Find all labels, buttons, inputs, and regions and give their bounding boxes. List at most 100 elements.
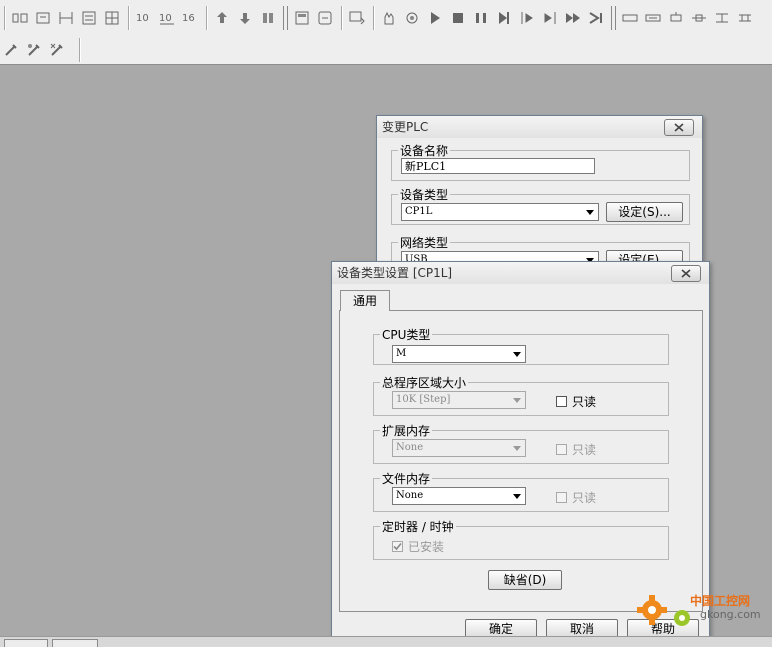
contact-nc-icon[interactable] [642, 7, 664, 29]
toolbar-separator [79, 38, 80, 62]
ext-memory-label: 扩展内存 [382, 424, 431, 438]
file-memory-select[interactable]: None [392, 487, 526, 505]
main-toolbar: 10 10 16 [0, 0, 772, 37]
online-hand-icon[interactable] [378, 7, 400, 29]
device-type-settings-button[interactable]: 设定(S)... [606, 202, 683, 222]
chevron-down-icon [510, 393, 524, 407]
svg-text:10: 10 [136, 13, 149, 24]
change-plc-title: 变更PLC [382, 120, 429, 134]
toolbar-separator [4, 6, 5, 30]
device-name-input[interactable]: 新PLC1 [401, 158, 595, 174]
stop-icon[interactable] [447, 7, 469, 29]
cpu-type-value: M [396, 348, 407, 359]
ext-memory-select[interactable]: None [392, 439, 526, 457]
toolbar-separator [341, 6, 342, 30]
forced-set-icon[interactable] [0, 39, 22, 61]
step-into-icon[interactable] [516, 7, 538, 29]
file-memory-readonly-checkbox[interactable]: 只读 [556, 489, 596, 506]
timer-clock-installed-label: 已安装 [408, 540, 445, 554]
program-area-readonly-checkbox[interactable]: 只读 [556, 393, 596, 410]
step-10-icon[interactable]: 10 [133, 7, 155, 29]
ext-memory-readonly-label: 只读 [572, 443, 597, 457]
fast-forward-icon[interactable] [562, 7, 584, 29]
file-memory-readonly-label: 只读 [572, 491, 597, 505]
status-bar [0, 636, 772, 647]
toolbar-grip [611, 6, 616, 30]
device-type-settings-close-button[interactable] [671, 265, 701, 282]
chevron-down-icon [510, 489, 524, 503]
forced-reset-icon[interactable] [23, 39, 45, 61]
program-area-label: 总程序区域大小 [382, 376, 467, 390]
program-area-readonly-label: 只读 [572, 395, 597, 409]
chevron-down-icon [510, 441, 524, 455]
step-forward-icon[interactable] [493, 7, 515, 29]
program-area-value: 10K [Step] [396, 394, 451, 405]
change-plc-titlebar: 变更PLC [377, 116, 702, 138]
watermark-logo: 中国工控网 gkong.com [634, 588, 770, 636]
toolbar-group-2 [0, 36, 84, 64]
file-memory-label: 文件内存 [382, 472, 431, 486]
io-table-icon[interactable] [314, 7, 336, 29]
vertical-line-icon[interactable] [711, 7, 733, 29]
device-type-settings-title: 设备类型设置 [CP1L] [337, 266, 453, 280]
download-icon[interactable] [234, 7, 256, 29]
toolbar-group-1: 10 10 16 [0, 4, 757, 32]
contact-no-icon[interactable] [619, 7, 641, 29]
coil-not-icon[interactable] [688, 7, 710, 29]
default-button[interactable]: 缺省(D) [488, 570, 562, 590]
ladder-branch-icon[interactable] [55, 7, 77, 29]
step-out-icon[interactable] [539, 7, 561, 29]
toolbar-separator [373, 6, 374, 30]
program-area-select[interactable]: 10K [Step] [392, 391, 526, 409]
toolbar-grip [283, 6, 288, 30]
close-icon [674, 123, 684, 132]
upload-icon[interactable] [211, 7, 233, 29]
timer-clock-installed-checkbox[interactable]: 已安装 [392, 538, 444, 555]
coil-out-icon[interactable] [665, 7, 687, 29]
memory-icon[interactable] [291, 7, 313, 29]
compare-icon[interactable] [257, 7, 279, 29]
run-play-icon[interactable] [424, 7, 446, 29]
checkbox-box [556, 396, 567, 407]
toolbar-separator [206, 6, 207, 30]
close-icon [681, 269, 691, 278]
online-settings-icon[interactable] [401, 7, 423, 29]
change-plc-close-button[interactable] [664, 119, 694, 136]
checkbox-box [392, 541, 403, 552]
device-type-settings-titlebar: 设备类型设置 [CP1L] [332, 262, 709, 284]
tab-general[interactable]: 通用 [340, 290, 390, 311]
watermark-text-bottom: gkong.com [700, 608, 761, 621]
end-icon[interactable] [585, 7, 607, 29]
device-type-settings-dialog: 设备类型设置 [CP1L] 通用 CPU类型 M 总程序区域大小 10K [St… [331, 261, 710, 641]
checkmark-icon [393, 542, 402, 551]
checkbox-box [556, 492, 567, 503]
svg-text:10: 10 [159, 13, 172, 24]
step-16-icon[interactable]: 16 [179, 7, 201, 29]
chevron-down-icon [510, 347, 524, 361]
ladder-coil-icon[interactable] [32, 7, 54, 29]
chevron-down-icon [583, 205, 597, 219]
network-type-label: 网络类型 [400, 236, 449, 250]
secondary-toolbar [0, 36, 772, 65]
svg-text:16: 16 [182, 13, 195, 24]
horizontal-line-icon[interactable] [734, 7, 756, 29]
device-type-value: CP1L [405, 206, 433, 217]
forced-cancel-icon[interactable] [46, 39, 68, 61]
device-name-label: 设备名称 [400, 144, 449, 158]
ext-memory-readonly-checkbox[interactable]: 只读 [556, 441, 596, 458]
ladder-contact-icon[interactable] [9, 7, 31, 29]
device-type-select[interactable]: CP1L [401, 203, 599, 221]
ladder-block-icon[interactable] [78, 7, 100, 29]
cpu-type-select[interactable]: M [392, 345, 526, 363]
device-type-label: 设备类型 [400, 188, 449, 202]
ext-memory-value: None [396, 442, 424, 453]
ladder-grid-icon[interactable] [101, 7, 123, 29]
pause-icon[interactable] [470, 7, 492, 29]
toolbar-separator [128, 6, 129, 30]
monitor-icon[interactable] [346, 7, 368, 29]
timer-clock-label: 定时器 / 时钟 [382, 520, 454, 534]
watermark-text-top: 中国工控网 [690, 594, 751, 608]
checkbox-box [556, 444, 567, 455]
step-10-alt-icon[interactable]: 10 [156, 7, 178, 29]
cpu-type-label: CPU类型 [382, 328, 431, 342]
